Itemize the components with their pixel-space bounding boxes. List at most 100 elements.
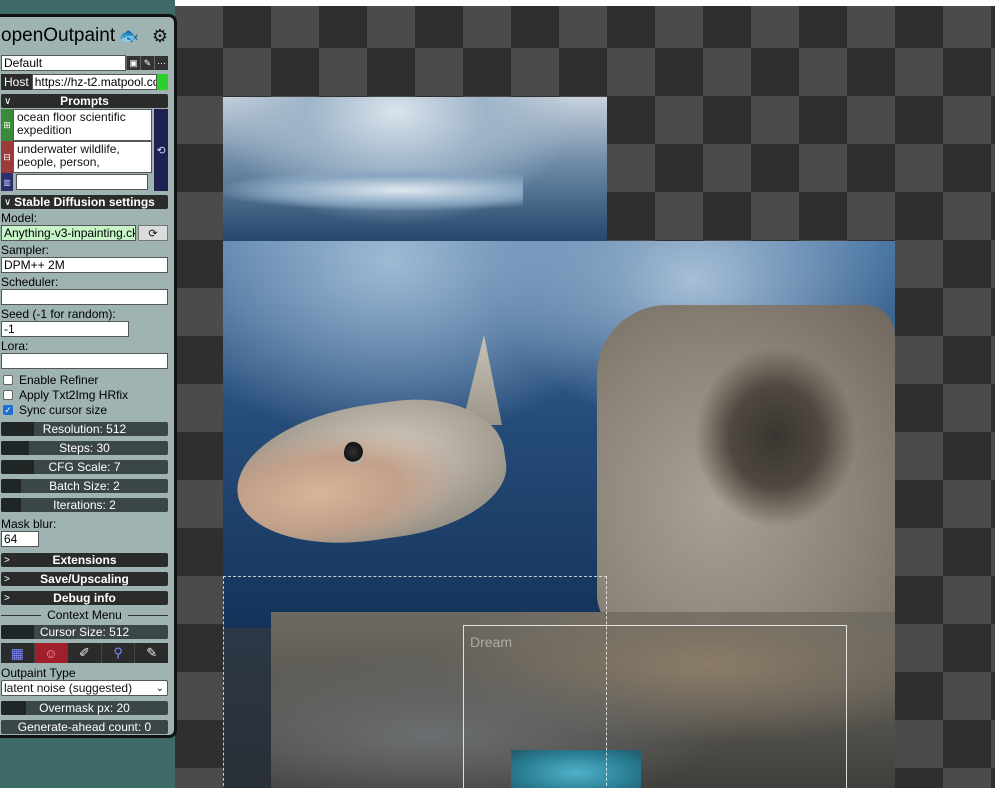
brush-icon: ✎ <box>146 645 158 660</box>
profile-select[interactable]: Default <box>1 55 126 71</box>
settings-panel: openOutpaint 🐟 ⚙ Default ▣ ✎ ⋯ Host http… <box>0 14 177 738</box>
grid-tool-button[interactable]: ▦ <box>1 643 35 663</box>
divider-line <box>1 614 42 616</box>
debug-info-label: Debug info <box>53 591 116 605</box>
color-brush-tool-button[interactable]: ✐ <box>68 643 102 663</box>
negative-prompt-row: ⊟ underwater wildlife, people, person, <box>1 141 152 173</box>
stamp-tool-button[interactable]: ⚲ <box>101 643 136 663</box>
generate-ahead-slider[interactable]: Generate-ahead count: 0 <box>1 720 168 734</box>
dream-label: Dream <box>470 634 513 650</box>
refiner-checkbox-row[interactable]: Enable Refiner <box>3 372 168 387</box>
mask-tool-button[interactable]: ☺ <box>34 643 69 663</box>
model-label: Model: <box>1 211 38 225</box>
mask-icon: ☺ <box>44 645 58 661</box>
app-title: openOutpaint <box>1 25 116 46</box>
sd-settings-section-header[interactable]: ∨ Stable Diffusion settings <box>1 195 168 209</box>
seed-label: Seed (-1 for random): <box>1 307 116 321</box>
canvas-image-shark-eye <box>344 441 364 465</box>
host-input[interactable]: https://hz-t2.matpool.co <box>31 74 157 90</box>
model-select[interactable]: Anything-v3-inpainting.ckpt <box>1 225 136 241</box>
cursor-size-label: Cursor Size: 512 <box>39 625 130 639</box>
hrfix-checkbox-row[interactable]: Apply Txt2Img HRfix <box>3 387 168 402</box>
debug-info-section-header[interactable]: > Debug info <box>1 591 168 605</box>
slider-fill <box>1 422 35 436</box>
host-row: Host https://hz-t2.matpool.co <box>1 74 168 90</box>
slider-fill <box>1 625 35 639</box>
outpaint-type-value: latent noise (suggested) <box>4 681 133 695</box>
positive-prompt-input[interactable]: ocean floor scientific expedition <box>13 109 152 141</box>
positive-prompt-row: ⊞ ocean floor scientific expedition <box>1 109 152 141</box>
sync-cursor-checkbox[interactable]: ✓ <box>3 404 13 415</box>
sampler-select[interactable]: DPM++ 2M <box>1 257 168 273</box>
scheduler-select[interactable] <box>1 289 168 305</box>
context-menu-title: Context Menu <box>47 608 122 622</box>
slider-fill <box>1 701 27 715</box>
sync-cursor-checkbox-row[interactable]: ✓ Sync cursor size <box>3 402 168 417</box>
resolution-slider[interactable]: Resolution: 512 <box>1 422 168 436</box>
slider-fill <box>1 498 22 512</box>
outpaint-type-select[interactable]: latent noise (suggested) ⌄ <box>1 680 168 696</box>
iterations-slider[interactable]: Iterations: 2 <box>1 498 168 512</box>
stamp-icon: ⚲ <box>113 645 123 660</box>
batch-size-slider[interactable]: Batch Size: 2 <box>1 479 168 493</box>
batch-size-label: Batch Size: 2 <box>49 479 120 493</box>
edit-icon[interactable]: ✎ <box>140 56 154 70</box>
extensions-section-header[interactable]: > Extensions <box>1 553 168 567</box>
slider-fill <box>1 441 30 455</box>
steps-slider[interactable]: Steps: 30 <box>1 441 168 455</box>
divider-line <box>127 614 168 616</box>
top-border <box>175 0 995 6</box>
lora-input[interactable] <box>1 353 168 369</box>
prompts-section-header[interactable]: ∨ Prompts <box>1 94 168 108</box>
chevron-down-icon: ⌄ <box>155 682 164 694</box>
prompts-area: ⊞ ocean floor scientific expedition ⊟ un… <box>1 109 168 191</box>
chevron-right-icon: > <box>4 573 10 585</box>
negative-prompt-input[interactable]: underwater wildlife, people, person, <box>13 141 152 173</box>
styles-icon[interactable]: ▥ <box>1 173 13 191</box>
refresh-models-button[interactable]: ⟳ <box>138 225 168 241</box>
overmask-slider[interactable]: Overmask px: 20 <box>1 701 168 715</box>
overmask-label: Overmask px: 20 <box>39 701 130 715</box>
hrfix-checkbox[interactable] <box>3 389 13 400</box>
chevron-right-icon: > <box>4 554 10 566</box>
context-menu-divider: Context Menu <box>1 608 168 622</box>
save-upscaling-section-header[interactable]: > Save/Upscaling <box>1 572 168 586</box>
extensions-label: Extensions <box>52 553 117 567</box>
chevron-right-icon: > <box>4 592 10 604</box>
cursor-size-slider[interactable]: Cursor Size: 512 <box>1 625 168 639</box>
cfg-scale-slider[interactable]: CFG Scale: 7 <box>1 460 168 474</box>
hrfix-label: Apply Txt2Img HRfix <box>19 387 129 402</box>
seed-input[interactable]: -1 <box>1 321 129 337</box>
history-icon: ⟲ <box>156 144 166 157</box>
scheduler-label: Scheduler: <box>1 275 59 289</box>
mask-blur-input[interactable]: 64 <box>1 531 39 547</box>
history-button[interactable]: ⟲ <box>154 109 168 191</box>
color-brush-icon: ✐ <box>79 645 90 660</box>
tool-bar: ▦ ☺ ✐ ⚲ ✎ <box>1 643 168 663</box>
lora-label: Lora: <box>1 339 29 353</box>
brush-tool-button[interactable]: ✎ <box>135 643 168 663</box>
slider-fill <box>1 479 22 493</box>
slider-fill <box>1 460 35 474</box>
style-input[interactable] <box>16 174 148 190</box>
gear-icon[interactable]: ⚙ <box>152 27 168 45</box>
refiner-label: Enable Refiner <box>19 372 99 387</box>
cfg-scale-label: CFG Scale: 7 <box>48 460 121 474</box>
iterations-label: Iterations: 2 <box>53 498 116 512</box>
sync-cursor-label: Sync cursor size <box>19 402 108 417</box>
dream-cursor-box[interactable] <box>463 625 847 788</box>
panel-header[interactable]: openOutpaint 🐟 ⚙ <box>1 17 168 55</box>
save-icon[interactable]: ▣ <box>126 56 140 70</box>
resolution-label: Resolution: 512 <box>42 422 127 436</box>
save-upscaling-label: Save/Upscaling <box>40 572 129 586</box>
more-icon[interactable]: ⋯ <box>154 56 168 70</box>
steps-label: Steps: 30 <box>59 441 110 455</box>
canvas-image-wave <box>223 170 523 210</box>
mask-blur-label: Mask blur: <box>1 517 57 531</box>
sd-header-label: Stable Diffusion settings <box>14 195 155 209</box>
add-positive-icon[interactable]: ⊞ <box>1 109 13 141</box>
prompts-header-label: Prompts <box>60 94 109 108</box>
remove-negative-icon[interactable]: ⊟ <box>1 141 13 173</box>
chevron-down-icon: ∨ <box>4 196 12 208</box>
refiner-checkbox[interactable] <box>3 374 13 385</box>
